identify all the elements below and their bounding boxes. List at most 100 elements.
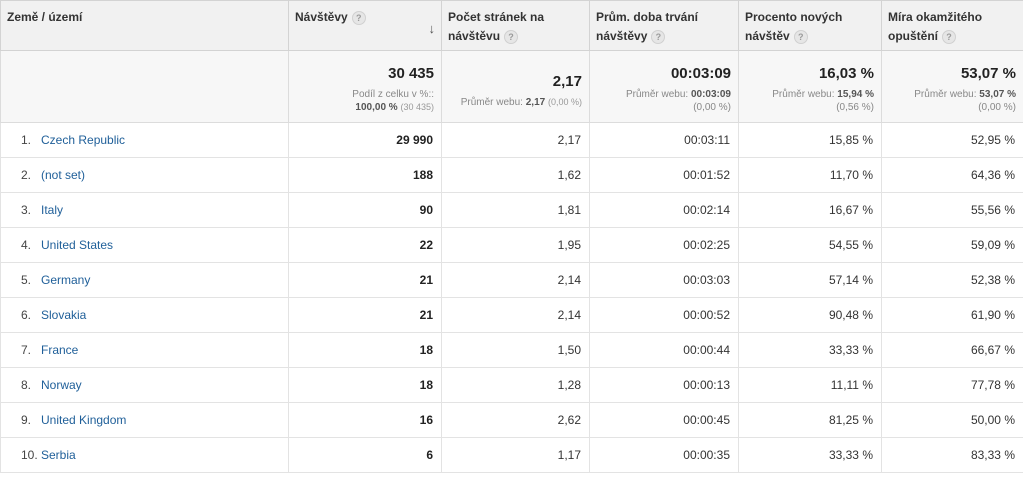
- column-header-country[interactable]: Země / území: [0, 0, 289, 51]
- country-link[interactable]: Norway: [41, 378, 82, 392]
- bounce-rate-cell: 52,95 %: [881, 122, 1023, 158]
- table-row: 7. France 18 1,50 00:00:44 33,33 % 66,67 %: [0, 332, 1023, 368]
- country-cell: 8. Norway: [0, 367, 289, 403]
- pages-per-visit-cell: 2,14: [441, 297, 590, 333]
- country-link[interactable]: (not set): [41, 168, 85, 182]
- totals-duration-value: 00:03:09: [670, 65, 731, 82]
- row-rank: 10.: [21, 448, 38, 462]
- help-icon[interactable]: ?: [651, 29, 666, 44]
- totals-new-visits-cell: 16,03 % Průměr webu: 15,94 % (0,56 %): [738, 50, 882, 123]
- column-header-bounce-rate[interactable]: Míra okamžitého opuštění?: [881, 0, 1023, 51]
- totals-new-visits-value: 16,03 %: [818, 65, 874, 82]
- column-header-visits[interactable]: Návštěvy? ↓: [288, 0, 442, 51]
- table-row: 3. Italy 90 1,81 00:02:14 16,67 % 55,56 %: [0, 192, 1023, 228]
- pages-per-visit-cell: 1,81: [441, 192, 590, 228]
- visits-cell: 29 990: [288, 122, 442, 158]
- table-row: 6. Slovakia 21 2,14 00:00:52 90,48 % 61,90 %: [0, 297, 1023, 333]
- row-rank: 6.: [21, 308, 32, 322]
- country-link[interactable]: Czech Republic: [41, 133, 125, 147]
- country-cell: 4. United States: [0, 227, 289, 263]
- country-link[interactable]: France: [41, 343, 78, 357]
- table-row: 9. United Kingdom 16 2,62 00:00:45 81,25 % 50,…: [0, 402, 1023, 438]
- column-header-duration-label-line1: Prům. doba trvání: [596, 10, 699, 24]
- new-visits-cell: 11,11 %: [738, 367, 882, 403]
- site-avg-label: Průměr webu:: [625, 89, 689, 100]
- help-icon[interactable]: ?: [504, 29, 519, 44]
- new-visits-cell: 11,70 %: [738, 157, 882, 193]
- avg-duration-cell: 00:01:52: [589, 157, 739, 193]
- new-visits-cell: 16,67 %: [738, 192, 882, 228]
- row-rank: 1.: [21, 133, 32, 147]
- pages-per-visit-cell: 1,17: [441, 437, 590, 473]
- column-header-pages-per-visit[interactable]: Počet stránek na návštěvu?: [441, 0, 590, 51]
- column-header-new-label-line1: Procento nových: [745, 10, 843, 24]
- bounce-rate-cell: 61,90 %: [881, 297, 1023, 333]
- column-header-duration-label-line2: návštěvy: [596, 29, 648, 43]
- column-header-avg-duration[interactable]: Prům. doba trvání návštěvy?: [589, 0, 739, 51]
- country-link[interactable]: Germany: [41, 273, 90, 287]
- site-avg-delta: (0,00 %): [693, 102, 731, 113]
- column-header-bounce-label-line2: opuštění: [888, 29, 938, 43]
- pages-per-visit-cell: 1,28: [441, 367, 590, 403]
- bounce-rate-cell: 83,33 %: [881, 437, 1023, 473]
- country-table: Země / území Návštěvy? ↓ Počet stránek n…: [0, 0, 1023, 473]
- site-avg-value: 53,07 %: [979, 89, 1016, 100]
- help-icon[interactable]: ?: [351, 10, 366, 25]
- pages-per-visit-cell: 2,14: [441, 262, 590, 298]
- pages-per-visit-cell: 2,17: [441, 122, 590, 158]
- column-header-country-label: Země / území: [7, 10, 83, 24]
- column-header-pages-label-line2: návštěvu: [448, 29, 501, 43]
- new-visits-cell: 15,85 %: [738, 122, 882, 158]
- totals-visits-share-pct: 100,00 %: [355, 102, 398, 113]
- site-avg-value: 00:03:09: [690, 89, 731, 100]
- country-cell: 3. Italy: [0, 192, 289, 228]
- row-rank: 5.: [21, 273, 32, 287]
- new-visits-cell: 81,25 %: [738, 402, 882, 438]
- avg-duration-cell: 00:03:11: [589, 122, 739, 158]
- visits-cell: 6: [288, 437, 442, 473]
- avg-duration-cell: 00:00:45: [589, 402, 739, 438]
- country-cell: 7. France: [0, 332, 289, 368]
- site-avg-delta: (0,00 %): [547, 97, 582, 107]
- row-rank: 2.: [21, 168, 32, 182]
- country-link[interactable]: Italy: [41, 203, 63, 217]
- site-avg-label: Průměr webu:: [914, 89, 977, 100]
- totals-visits-share-abs: (30 435): [400, 102, 434, 112]
- site-avg-value: 2,17: [525, 97, 546, 108]
- country-link[interactable]: Slovakia: [41, 308, 86, 322]
- bounce-rate-cell: 50,00 %: [881, 402, 1023, 438]
- country-cell: 9. United Kingdom: [0, 402, 289, 438]
- country-link[interactable]: United Kingdom: [41, 413, 126, 427]
- avg-duration-cell: 00:02:14: [589, 192, 739, 228]
- sort-descending-icon[interactable]: ↓: [429, 19, 436, 38]
- country-cell: 1. Czech Republic: [0, 122, 289, 158]
- visits-cell: 16: [288, 402, 442, 438]
- site-avg-delta: (0,56 %): [836, 102, 874, 113]
- visits-cell: 22: [288, 227, 442, 263]
- avg-duration-cell: 00:00:52: [589, 297, 739, 333]
- table-header-row: Země / území Návštěvy? ↓ Počet stránek n…: [0, 0, 1023, 51]
- country-cell: 10. Serbia: [0, 437, 289, 473]
- help-icon[interactable]: ?: [942, 29, 956, 44]
- column-header-new-label-line2: návštěv: [745, 29, 790, 43]
- bounce-rate-cell: 77,78 %: [881, 367, 1023, 403]
- totals-pages-value: 2,17: [552, 73, 582, 90]
- visits-cell: 21: [288, 262, 442, 298]
- country-link[interactable]: Serbia: [41, 448, 76, 462]
- row-rank: 9.: [21, 413, 32, 427]
- pages-per-visit-cell: 1,62: [441, 157, 590, 193]
- help-icon[interactable]: ?: [793, 29, 808, 44]
- country-link[interactable]: United States: [41, 238, 113, 252]
- row-rank: 4.: [21, 238, 32, 252]
- country-cell: 5. Germany: [0, 262, 289, 298]
- site-avg-label: Průměr webu:: [460, 97, 523, 108]
- totals-bounce-cell: 53,07 % Průměr webu: 53,07 % (0,00 %): [881, 50, 1023, 123]
- column-header-pages-label-line1: Počet stránek na: [448, 10, 545, 24]
- avg-duration-cell: 00:02:25: [589, 227, 739, 263]
- table-row: 5. Germany 21 2,14 00:03:03 57,14 % 52,38 %: [0, 262, 1023, 298]
- new-visits-cell: 90,48 %: [738, 297, 882, 333]
- column-header-new-visits[interactable]: Procento nových návštěv?: [738, 0, 882, 51]
- totals-visits-value: 30 435: [388, 65, 434, 82]
- avg-duration-cell: 00:00:13: [589, 367, 739, 403]
- column-header-visits-label: Návštěvy: [295, 10, 348, 24]
